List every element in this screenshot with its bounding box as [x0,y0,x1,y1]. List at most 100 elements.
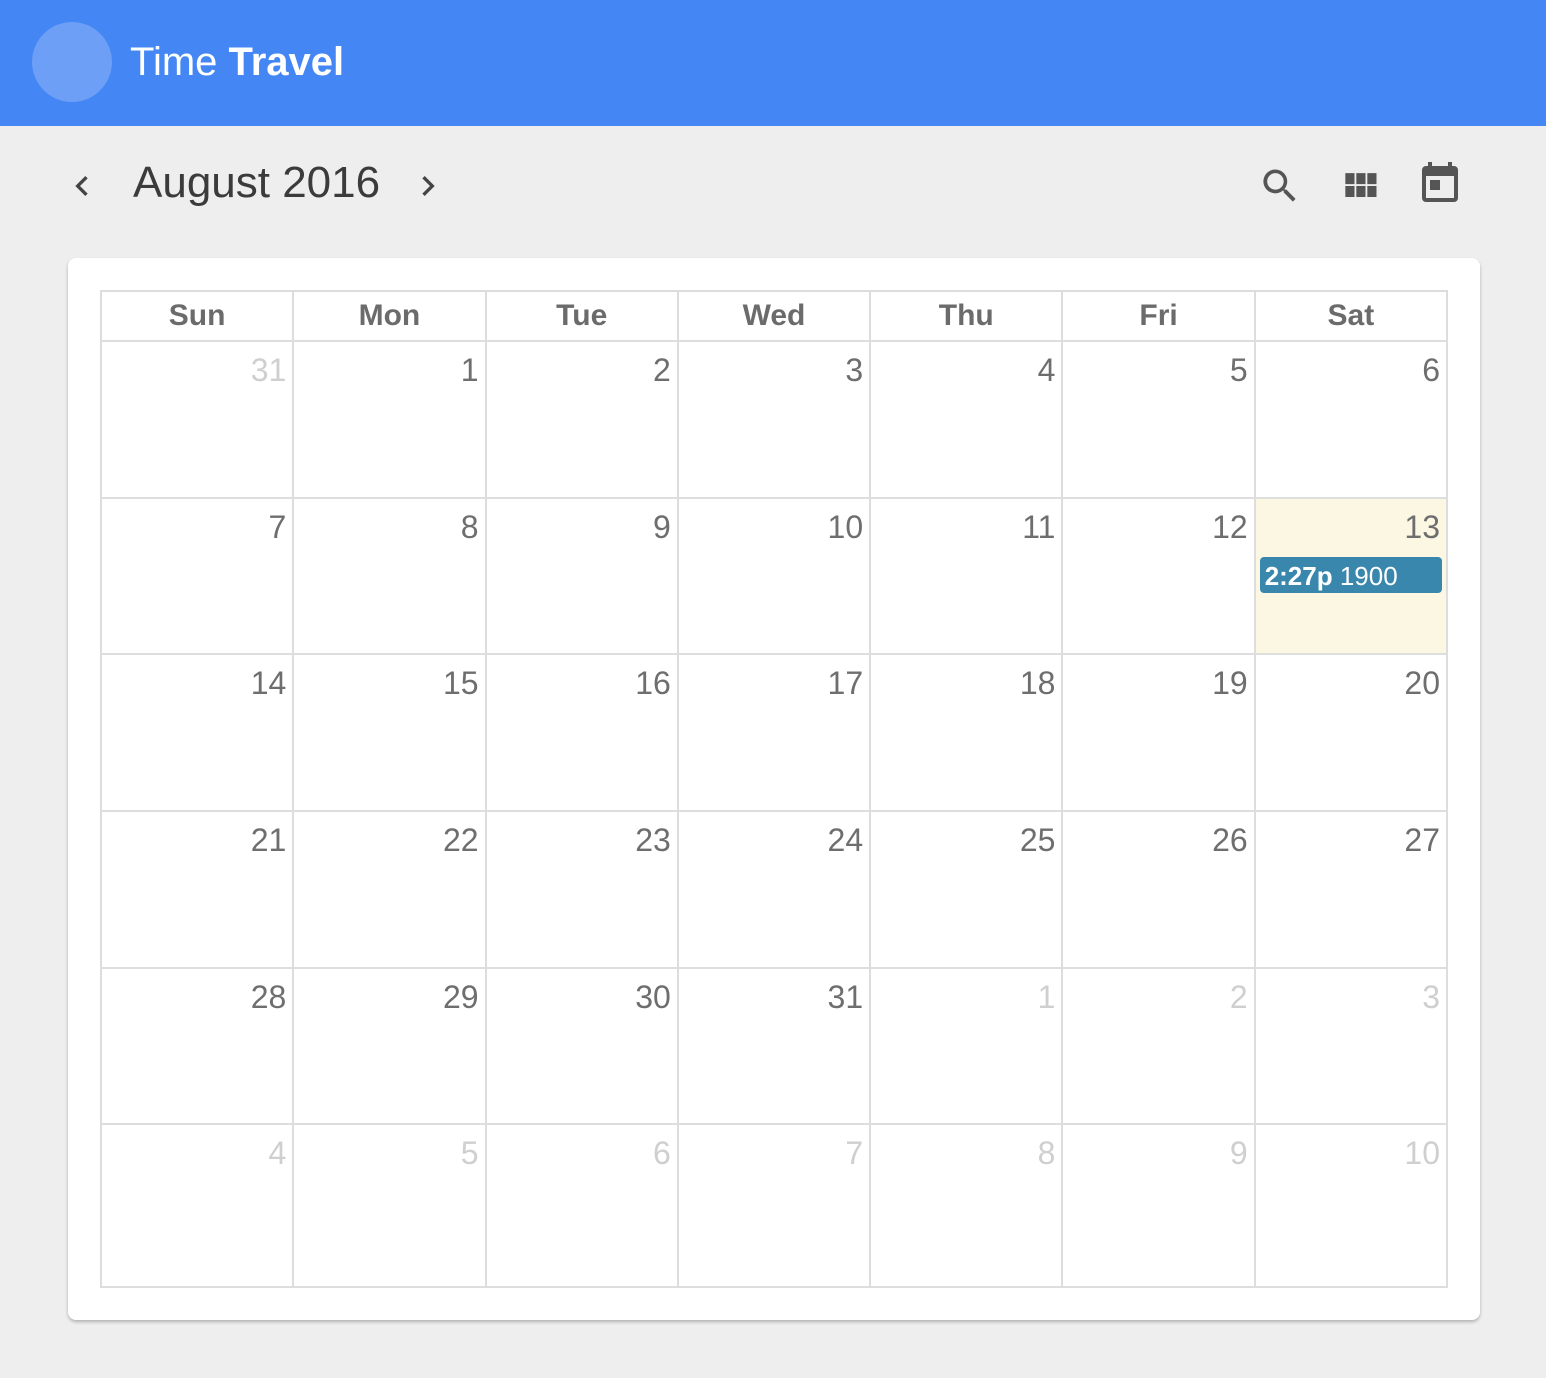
day-cell[interactable]: 7 [676,1123,872,1288]
day-cell[interactable]: 2 [484,340,679,499]
day-number: 18 [1019,665,1056,702]
prev-month-button[interactable] [62,166,102,206]
day-cell[interactable]: 25 [869,809,1064,969]
day-cell-today[interactable]: 13 2:27p 1900 [1253,496,1449,656]
day-cell[interactable]: 6 [484,1123,679,1288]
day-number: 21 [250,821,287,858]
week-row: 28 29 30 31 1 2 3 [99,966,1449,1126]
day-cell[interactable]: 1 [869,966,1064,1126]
day-number: 14 [250,665,287,702]
weekday-header-wed: Wed [676,290,872,342]
app-bar: Time Travel [0,0,1546,126]
chevron-left-icon [75,176,88,196]
day-number: 27 [1404,821,1440,858]
day-number: 28 [250,978,287,1015]
day-number: 31 [250,352,287,388]
month-title: August 2016 [133,158,381,207]
day-number: 12 [1212,508,1248,545]
day-number: 30 [635,978,671,1015]
next-month-button[interactable] [408,166,448,206]
day-number: 31 [827,978,864,1015]
day-cell[interactable]: 9 [1061,1123,1256,1288]
day-cell[interactable]: 10 [1253,1123,1449,1288]
app-logo[interactable] [32,22,112,102]
day-number: 1 [460,352,479,388]
day-cell[interactable]: 18 [869,653,1064,812]
day-cell[interactable]: 17 [676,653,872,812]
month-view-icon [1345,173,1377,197]
day-cell[interactable]: 3 [676,340,872,499]
event-title: 1900 [1339,560,1398,591]
day-cell[interactable]: 7 [99,496,295,656]
weekday-header-tue: Tue [484,290,679,342]
app-title-light: Time [130,40,229,84]
day-number: 23 [635,821,671,858]
day-cell[interactable]: 11 [869,496,1064,656]
app-title-bold: Travel [228,40,345,84]
day-cell[interactable]: 4 [99,1123,295,1288]
day-number: 10 [827,508,864,545]
day-cell[interactable]: 16 [484,653,679,812]
day-cell[interactable]: 14 [99,653,295,812]
day-number: 6 [1422,352,1440,388]
day-cell[interactable]: 6 [1253,340,1449,499]
calendar-event[interactable]: 2:27p 1900 [1259,556,1442,593]
day-cell[interactable]: 22 [292,809,487,969]
weekday-header-row: Sun Mon Tue Wed Thu Fri Sat [99,290,1449,342]
day-cell[interactable]: 30 [484,966,679,1126]
day-number: 5 [1229,352,1248,388]
day-cell[interactable]: 29 [292,966,487,1126]
day-number: 1 [1037,978,1056,1015]
day-cell[interactable]: 10 [676,496,872,656]
day-number: 6 [653,1135,671,1172]
day-number: 20 [1404,665,1440,702]
search-button[interactable] [1256,162,1304,210]
day-number: 10 [1404,1135,1440,1172]
weekday-header-mon: Mon [292,290,487,342]
day-cell[interactable]: 31 [676,966,872,1126]
day-cell[interactable]: 26 [1061,809,1256,969]
month-view-button[interactable] [1336,162,1384,210]
day-cell[interactable]: 5 [1061,340,1256,499]
chevron-right-icon [422,176,435,196]
day-number: 13 [1404,508,1440,545]
day-cell[interactable]: 8 [869,1123,1064,1288]
search-icon [1263,169,1296,202]
day-number: 25 [1019,821,1056,858]
day-cell[interactable]: 9 [484,496,679,656]
day-cell[interactable]: 20 [1253,653,1449,812]
app-title: Time Travel [130,38,344,86]
day-cell[interactable]: 24 [676,809,872,969]
week-row: 31 1 2 3 4 5 6 [99,340,1449,499]
event-time: 2:27p [1264,560,1333,591]
day-number: 9 [653,508,671,545]
day-number: 16 [635,665,671,702]
day-number: 17 [827,665,864,702]
day-cell[interactable]: 27 [1253,809,1449,969]
day-cell[interactable]: 3 [1253,966,1449,1126]
day-number: 11 [1022,508,1056,545]
day-number: 5 [460,1135,479,1172]
day-cell[interactable]: 2 [1061,966,1256,1126]
day-cell[interactable]: 12 [1061,496,1256,656]
day-cell[interactable]: 19 [1061,653,1256,812]
day-cell[interactable]: 31 [99,340,295,499]
day-cell[interactable]: 1 [292,340,487,499]
day-number: 7 [268,508,287,545]
day-number: 22 [442,821,479,858]
calendar-today-icon [1422,162,1458,202]
day-number: 2 [1229,978,1248,1015]
day-cell[interactable]: 15 [292,653,487,812]
today-button[interactable] [1416,160,1464,208]
day-cell[interactable]: 5 [292,1123,487,1288]
day-cell[interactable]: 21 [99,809,295,969]
day-cell[interactable]: 28 [99,966,295,1126]
day-number: 8 [460,508,479,545]
day-cell[interactable]: 23 [484,809,679,969]
weekday-header-thu: Thu [869,290,1064,342]
calendar-body: 31 1 2 3 4 5 6 7 8 9 10 11 12 13 2:27p 1900 14 15 16 17 18 1… [99,340,1449,1288]
weekday-header-fri: Fri [1061,290,1256,342]
day-cell[interactable]: 8 [292,496,487,656]
day-number: 15 [442,665,479,702]
day-cell[interactable]: 4 [869,340,1064,499]
